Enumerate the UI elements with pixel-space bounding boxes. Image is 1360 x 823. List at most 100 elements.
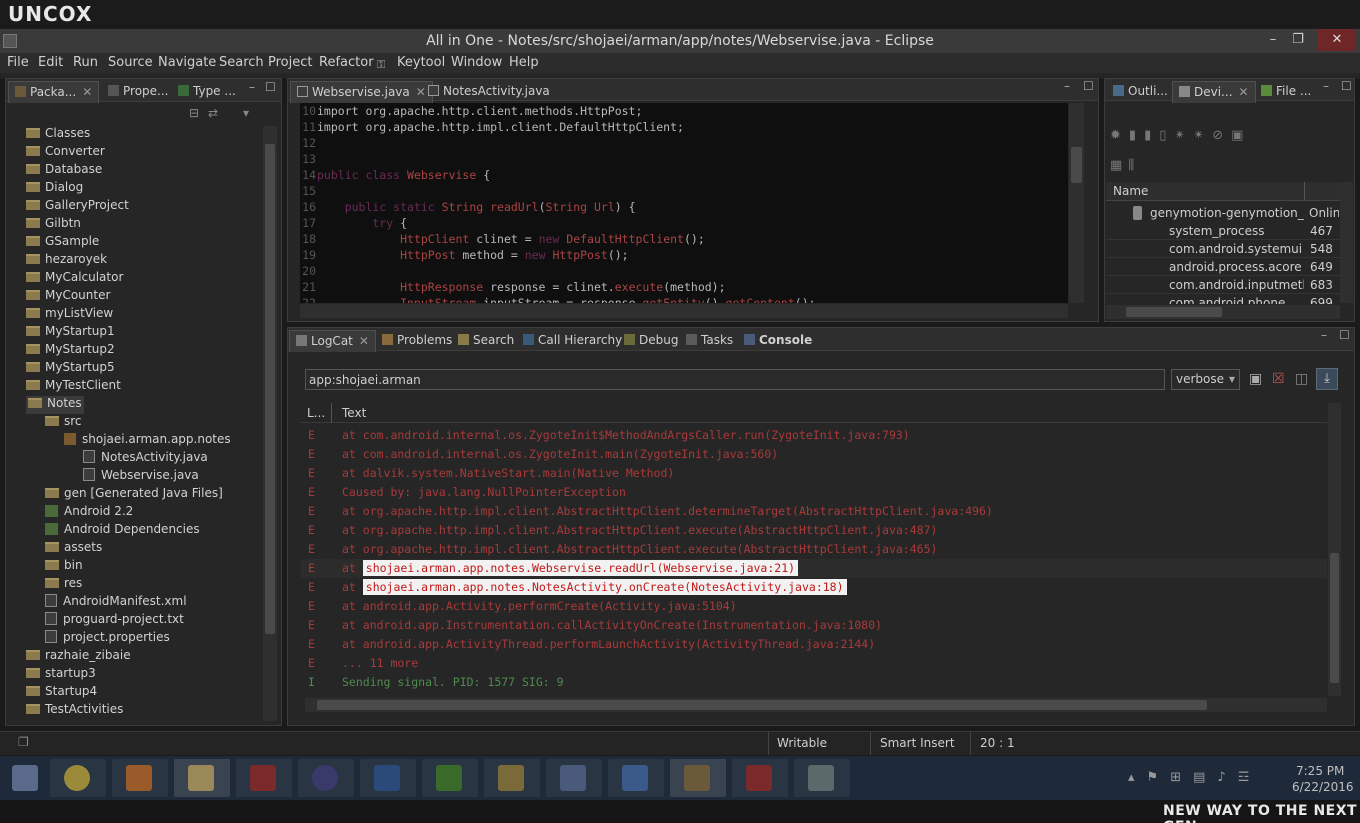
clock-date[interactable]: 6/22/2016 [1292, 780, 1354, 794]
tab-problems[interactable]: Problems [376, 330, 458, 352]
log-row[interactable]: Eat org.apache.http.impl.client.Abstract… [301, 521, 1327, 540]
minimize-view-icon[interactable]: – [249, 80, 255, 94]
maximize-button[interactable]: ❐ [1283, 29, 1313, 51]
taskbar-app-button[interactable] [794, 759, 850, 797]
tab-search[interactable]: Search [452, 330, 520, 352]
language-icon[interactable]: ☲ [1238, 770, 1262, 785]
devices-v-scrollbar[interactable] [1340, 182, 1353, 303]
maximize-view-icon[interactable]: ☐ [1341, 79, 1352, 93]
minimize-view-icon[interactable]: – [1064, 79, 1070, 93]
log-row[interactable]: E ... 11 more [301, 654, 1327, 673]
tab-debug[interactable]: Debug [618, 330, 684, 352]
tree-item[interactable]: myListView [26, 306, 113, 324]
scrollbar-thumb[interactable] [1071, 147, 1082, 183]
taskbar-app-button[interactable] [422, 759, 478, 797]
log-row[interactable]: E Caused by: java.lang.NullPointerExcepti… [301, 483, 1327, 502]
menu-edit[interactable]: Edit [38, 55, 63, 70]
scrollbar-thumb[interactable] [317, 700, 1207, 710]
taskbar-app-button[interactable] [50, 759, 106, 797]
tree-item[interactable]: GSample [26, 234, 99, 252]
scrollbar-thumb[interactable] [1126, 307, 1222, 317]
taskbar-app-button[interactable] [174, 759, 230, 797]
gc-icon[interactable]: ▯ [1159, 128, 1174, 143]
logcat-v-scrollbar[interactable] [1328, 403, 1341, 696]
opengl-trace-icon[interactable]: ⫼ [1128, 158, 1140, 173]
menu-source[interactable]: Source [108, 55, 153, 70]
update-heap-icon[interactable]: ▮ [1129, 128, 1144, 143]
taskbar-app-button[interactable] [546, 759, 602, 797]
taskbar-app-button[interactable] [112, 759, 168, 797]
tree-item[interactable]: MyStartup1 [26, 324, 115, 342]
tree-item[interactable]: MyCounter [26, 288, 110, 306]
logcat-h-scrollbar[interactable] [305, 698, 1327, 712]
log-row[interactable]: Eat dalvik.system.NativeStart.main(Nativ… [301, 464, 1327, 483]
tab-file-explorer[interactable]: File ... [1255, 81, 1317, 103]
close-icon[interactable]: ✕ [1239, 85, 1249, 99]
close-icon[interactable]: ✕ [359, 334, 369, 348]
process-row[interactable]: com.android.phone 699 [1106, 294, 1340, 304]
process-row[interactable]: android.process.acore 649 [1106, 258, 1340, 276]
windows-icon[interactable]: ⊞ [1170, 770, 1193, 785]
tab-logcat[interactable]: LogCat ✕ [289, 330, 376, 352]
taskbar-app-button[interactable] [732, 759, 788, 797]
taskbar-app-button[interactable] [670, 759, 726, 797]
menu-project[interactable]: Project [268, 55, 312, 70]
menu-help[interactable]: Help [509, 55, 539, 70]
log-row[interactable]: Eat org.apache.http.impl.client.Abstract… [301, 502, 1327, 521]
tree-item[interactable]: GalleryProject [26, 198, 129, 216]
devices-h-scrollbar[interactable] [1106, 305, 1340, 319]
menu-window[interactable]: Window [451, 55, 502, 70]
clock-time[interactable]: 7:25 PM [1296, 764, 1344, 778]
highlighted-stack-frame[interactable]: shojaei.arman.app.notes.NotesActivity.on… [362, 579, 847, 595]
maximize-view-icon[interactable]: ☐ [1339, 328, 1350, 342]
minimize-view-icon[interactable]: – [1321, 328, 1327, 342]
editor-h-scrollbar[interactable] [300, 304, 1068, 318]
log-row[interactable]: Eat shojaei.arman.app.notes.Webservise.r… [301, 559, 1327, 578]
start-profiling-icon[interactable]: ✴ [1193, 128, 1212, 143]
update-threads-icon[interactable]: ✴ [1174, 128, 1193, 143]
process-row[interactable]: com.android.inputmethod.latin 683 [1106, 276, 1340, 294]
taskbar-app-button[interactable] [484, 759, 540, 797]
tree-item[interactable]: MyStartup2 [26, 342, 115, 360]
close-icon[interactable]: ✕ [82, 85, 92, 99]
tree-item[interactable]: Classes [26, 126, 90, 144]
menu-keytool[interactable]: Keytool [397, 55, 445, 70]
tab-call-hierarchy[interactable]: Call Hierarchy [517, 330, 628, 352]
tab-properties[interactable]: Prope... [102, 81, 174, 103]
column-level-header[interactable]: L... [307, 406, 325, 420]
view-menu-icon[interactable]: ▾ [243, 106, 249, 120]
dump-hprof-icon[interactable]: ▮ [1144, 128, 1159, 143]
scrollbar-thumb[interactable] [1330, 553, 1339, 683]
taskbar-app-button[interactable] [298, 759, 354, 797]
start-button[interactable] [0, 759, 48, 797]
menu-file[interactable]: File [7, 55, 29, 70]
column-text-header[interactable]: Text [342, 406, 366, 420]
tree-item[interactable]: Database [26, 162, 102, 180]
tray-arrow-icon[interactable]: ▴ [1128, 770, 1147, 785]
tree-item[interactable]: hezaroyek [26, 252, 107, 270]
code-editor[interactable]: 10 import org.apache.http.client.methods.… [300, 103, 1068, 303]
tab-webservise[interactable]: Webservise.java ✕ [290, 81, 433, 103]
log-row[interactable]: Eat shojaei.arman.app.notes.NotesActivit… [301, 578, 1327, 597]
taskbar-app-button[interactable] [236, 759, 292, 797]
fast-view-icon[interactable]: ❐ [18, 735, 29, 749]
tree-item[interactable]: Gilbtn [26, 216, 81, 234]
taskbar-app-button[interactable] [360, 759, 416, 797]
tab-package-explorer[interactable]: Packa... ✕ [8, 81, 100, 103]
save-icon[interactable]: ▣ [1249, 371, 1262, 387]
menu-refactor[interactable]: Refactor [319, 55, 374, 70]
close-button[interactable]: ✕ [1318, 29, 1356, 51]
volume-icon[interactable]: ♪ [1217, 770, 1237, 785]
tree-item[interactable]: MyStartup5 [26, 360, 115, 378]
log-row[interactable]: Eat com.android.internal.os.ZygoteInit.m… [301, 445, 1327, 464]
tab-notesactivity[interactable]: NotesActivity.java [422, 81, 556, 103]
menu-navigate[interactable]: Navigate [158, 55, 216, 70]
systrace-icon[interactable]: ▦ [1110, 158, 1128, 173]
log-row[interactable]: Eat android.app.ActivityThread.performLa… [301, 635, 1327, 654]
device-row[interactable]: genymotion-genymotion_vbox86p-4.1.1-api1… [1106, 204, 1340, 222]
log-row[interactable]: Eat android.app.Activity.performCreate(A… [301, 597, 1327, 616]
maximize-view-icon[interactable]: ☐ [1083, 79, 1094, 93]
process-row[interactable]: system_process 467 [1106, 222, 1340, 240]
column-name-header[interactable]: Name [1113, 184, 1148, 198]
log-row[interactable]: Eat android.app.Instrumentation.callActi… [301, 616, 1327, 635]
